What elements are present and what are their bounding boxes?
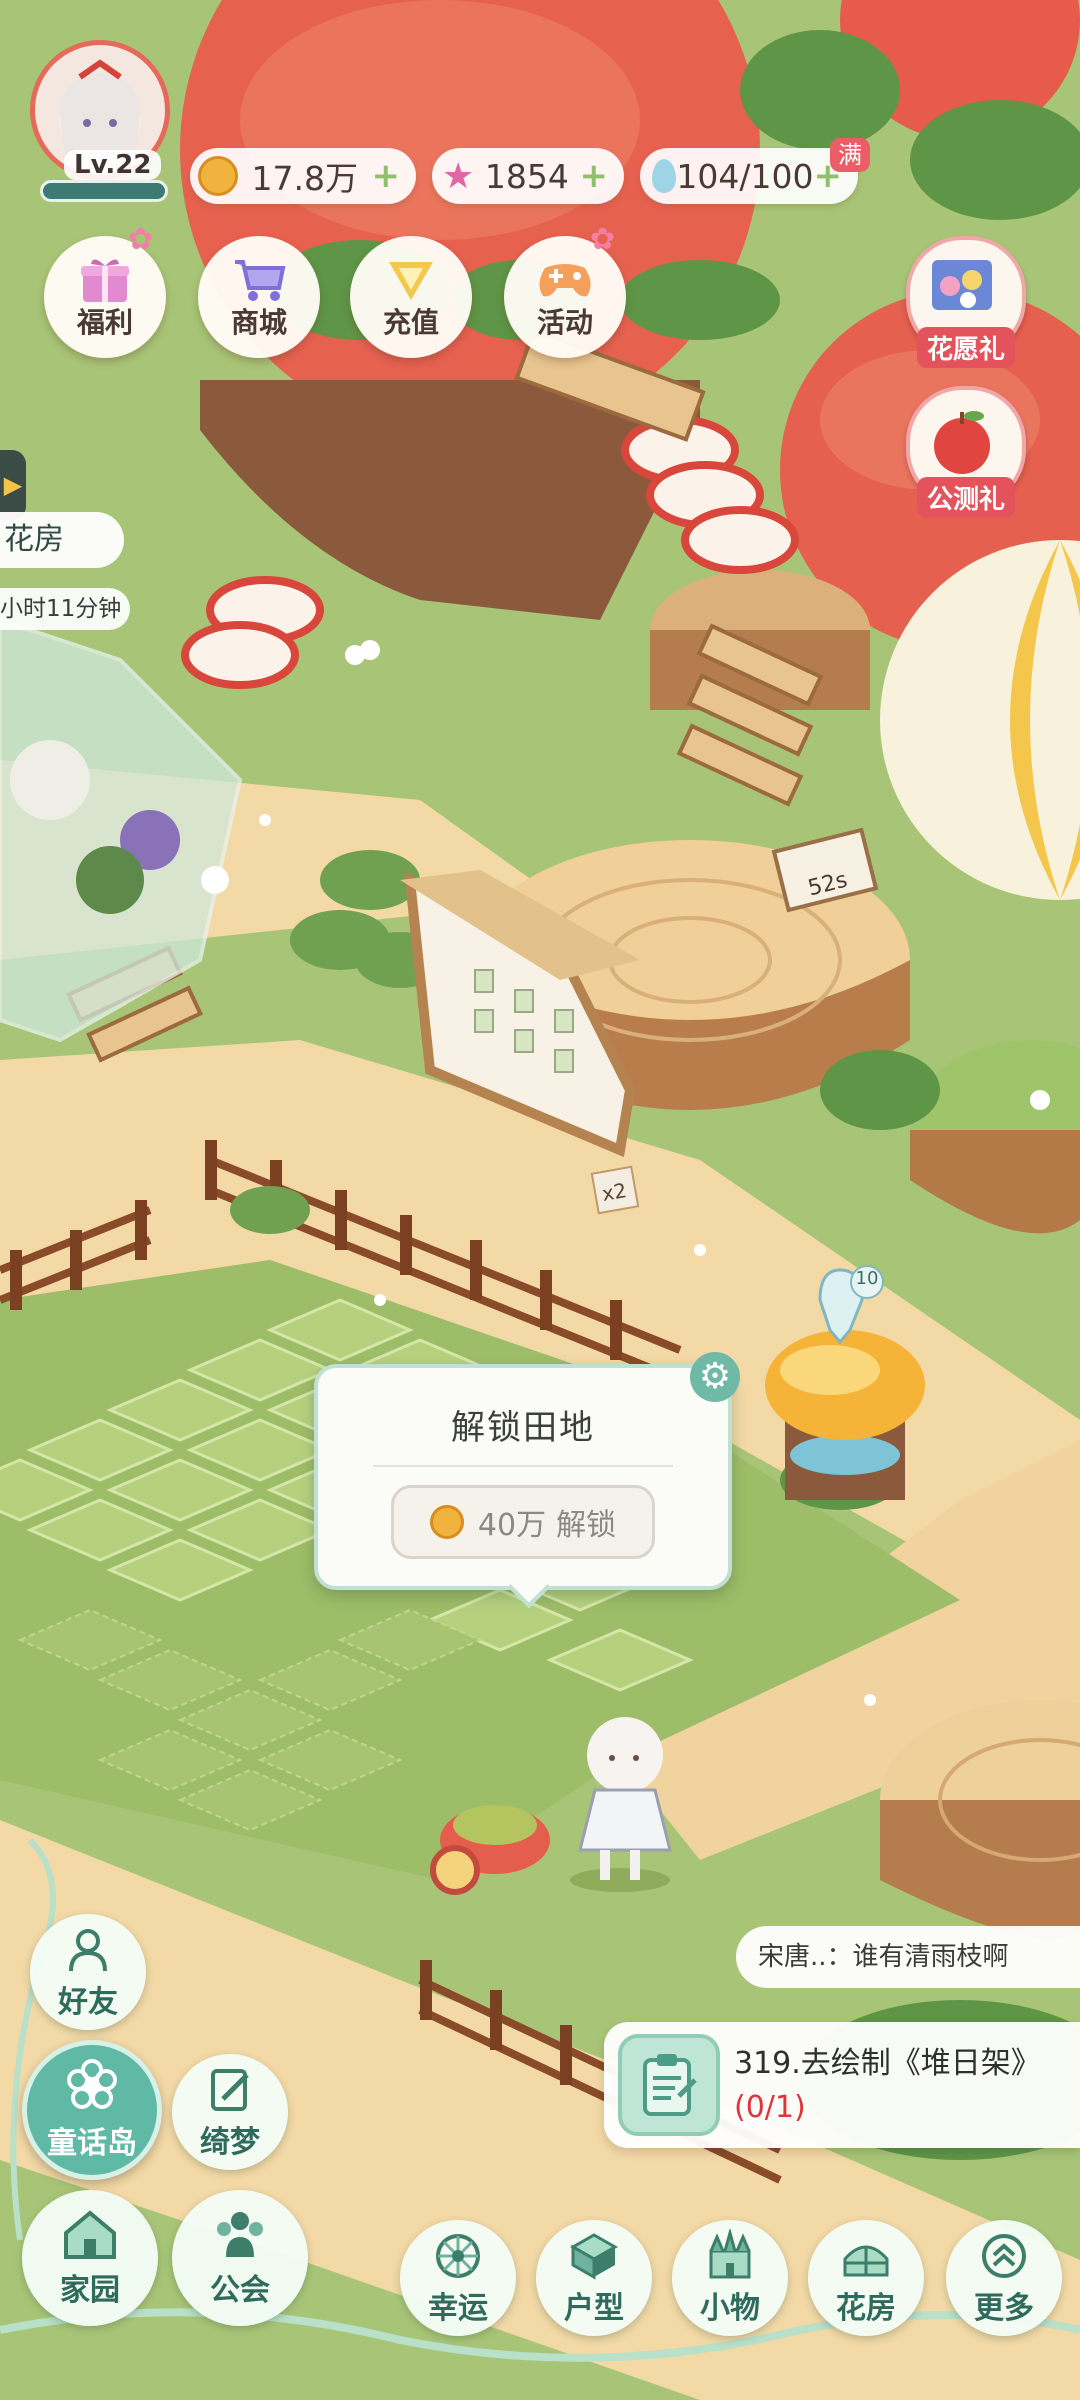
more-label: 更多 bbox=[974, 2291, 1034, 2326]
guild-label: 公会 bbox=[210, 2273, 270, 2308]
coin-value: 17.8万 bbox=[251, 159, 358, 198]
lucky-wheel-icon bbox=[428, 2229, 488, 2283]
water-counter[interactable]: 104/100 + bbox=[640, 148, 858, 204]
dream-button[interactable]: 绮梦 bbox=[172, 2054, 288, 2170]
exp-bar bbox=[40, 180, 168, 202]
sign-count-label: x2 bbox=[600, 1178, 629, 1206]
diamond-v-icon bbox=[380, 253, 442, 305]
greenhouse-label: 花房 bbox=[836, 2291, 896, 2326]
dream-pen-icon bbox=[200, 2063, 260, 2117]
unlock-button[interactable]: 40万 解锁 bbox=[391, 1485, 655, 1559]
unlock-cost: 40万 bbox=[477, 1508, 547, 1543]
settings-gear-icon[interactable]: ⚙ bbox=[690, 1352, 740, 1402]
recharge-label: 充值 bbox=[382, 306, 439, 339]
home-button[interactable]: 家园 bbox=[22, 2190, 158, 2326]
house-layout-icon bbox=[564, 2229, 624, 2283]
lucky-button[interactable]: 幸运 bbox=[400, 2220, 516, 2336]
coin-icon bbox=[429, 1505, 464, 1539]
left-expand-tab[interactable]: ▶ bbox=[0, 450, 26, 520]
welfare-label: 福利 bbox=[76, 306, 133, 339]
house-layout-label: 户型 bbox=[564, 2291, 624, 2326]
add-star-icon[interactable]: + bbox=[580, 156, 609, 196]
fairy-island-button[interactable]: 童话岛 bbox=[22, 2040, 162, 2180]
small-items-label: 小物 bbox=[700, 2291, 760, 2326]
popup-divider bbox=[373, 1465, 673, 1467]
quest-title: 319.去绘制《堆日架》 bbox=[734, 2046, 1041, 2081]
coin-icon bbox=[198, 156, 238, 196]
star-counter[interactable]: ★ 1854 + bbox=[432, 148, 624, 204]
event-label: 活动 bbox=[536, 306, 593, 339]
greenhouse-button[interactable]: 花房 bbox=[808, 2220, 924, 2336]
level-label: Lv.22 bbox=[64, 150, 162, 180]
flower-house-tag[interactable]: 花房 bbox=[0, 512, 124, 568]
chevron-up-icon bbox=[974, 2229, 1034, 2283]
chat-text: 宋唐..：谁有清雨枝啊 bbox=[758, 1942, 1009, 1972]
unlock-field-popup: 解锁田地 40万 解锁 bbox=[314, 1364, 732, 1609]
greenhouse-icon bbox=[836, 2229, 896, 2283]
shopping-cart-icon bbox=[228, 253, 290, 305]
home-label: 家园 bbox=[60, 2273, 120, 2308]
small-items-button[interactable]: 小物 bbox=[672, 2220, 788, 2336]
home-icon bbox=[60, 2207, 120, 2265]
unlock-field-title: 解锁田地 bbox=[451, 1408, 595, 1448]
flower-house-timer-text: 小时11分钟 bbox=[0, 596, 122, 622]
dream-label: 绮梦 bbox=[200, 2125, 260, 2160]
flower-house-timer: 小时11分钟 bbox=[0, 588, 130, 630]
quest-panel[interactable]: 319.去绘制《堆日架》 (0/1) bbox=[604, 2022, 1080, 2148]
notification-flower-icon: ✿ bbox=[590, 222, 616, 257]
lucky-label: 幸运 bbox=[428, 2291, 488, 2326]
water-value: 104/100 bbox=[676, 156, 814, 196]
flower-island-icon bbox=[62, 2058, 122, 2118]
water-full-badge: 满 bbox=[830, 138, 870, 172]
well-badge: 10 bbox=[855, 1268, 879, 1289]
flower-wish-gift-button[interactable]: 花愿礼 bbox=[906, 236, 1026, 368]
quest-clipboard-icon bbox=[618, 2034, 720, 2136]
chat-bubble[interactable]: 宋唐..：谁有清雨枝啊 bbox=[736, 1926, 1080, 1988]
quest-progress: (0/1) bbox=[734, 2090, 806, 2125]
friends-label: 好友 bbox=[58, 1985, 118, 2020]
recharge-button[interactable]: 充值 bbox=[350, 236, 472, 358]
flower-wish-gift-label: 花愿礼 bbox=[916, 327, 1016, 368]
add-coin-icon[interactable]: + bbox=[372, 156, 401, 196]
friends-button[interactable]: 好友 bbox=[30, 1914, 146, 2030]
notification-flower-icon: ✿ bbox=[128, 222, 154, 257]
star-value: 1854 bbox=[484, 156, 569, 196]
coin-counter[interactable]: 17.8万 + bbox=[190, 148, 416, 204]
house-layout-button[interactable]: 户型 bbox=[536, 2220, 652, 2336]
castle-icon bbox=[700, 2229, 760, 2283]
unlock-action-label: 解锁 bbox=[556, 1508, 617, 1543]
water-drop-icon bbox=[652, 159, 677, 193]
flower-house-label: 花房 bbox=[4, 522, 64, 557]
shop-label: 商城 bbox=[230, 306, 287, 339]
open-beta-gift-button[interactable]: 公测礼 bbox=[906, 386, 1026, 518]
gamepad-icon bbox=[534, 253, 596, 305]
friend-icon bbox=[58, 1923, 118, 1977]
open-beta-gift-label: 公测礼 bbox=[916, 477, 1016, 518]
fairy-island-label: 童话岛 bbox=[47, 2126, 137, 2161]
shop-button[interactable]: 商城 bbox=[198, 236, 320, 358]
more-button[interactable]: 更多 bbox=[946, 2220, 1062, 2336]
gift-box-icon bbox=[74, 253, 136, 305]
star-icon: ★ bbox=[442, 155, 475, 197]
guild-button[interactable]: 公会 bbox=[172, 2190, 308, 2326]
guild-icon bbox=[210, 2207, 270, 2265]
